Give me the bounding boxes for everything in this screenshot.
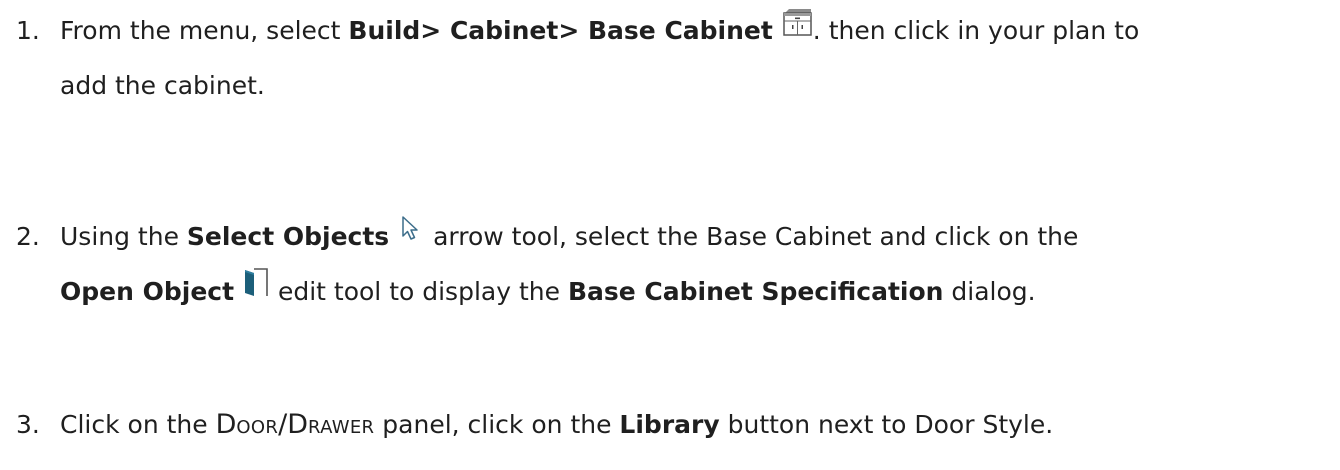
step-line: 1. From the menu, select Build> Cabinet> … <box>16 4 1336 59</box>
tool-name: Open Object <box>60 277 235 306</box>
step-text: Click on the <box>60 410 216 439</box>
step-line: Open Object edit tool to display the Bas… <box>16 265 1336 320</box>
step-text: panel, click on the <box>374 410 620 439</box>
dialog-name: Base Cabinet Specification <box>567 277 944 306</box>
step-line: 3. Click on the DOOR/DRAWER panel, click … <box>16 398 1336 455</box>
step-number: 3. <box>16 410 40 439</box>
step-text: edit tool to display the <box>270 277 568 306</box>
tool-name: Select Objects <box>186 222 390 251</box>
step-text: From the menu, select <box>60 16 349 45</box>
step-line: add the cabinet. <box>60 71 265 100</box>
step-text: arrow tool, select the Base Cabinet and … <box>425 222 1079 251</box>
step-number: 1. <box>16 16 40 45</box>
step-text: button next to Door Style. <box>719 410 1054 439</box>
step-text: dialog. <box>943 277 1036 306</box>
instruction-step-1: 1. From the menu, select Build> Cabinet> … <box>16 4 1336 113</box>
base-cabinet-icon <box>781 2 813 56</box>
menu-path: Build> Cabinet> Base Cabinet <box>348 16 773 45</box>
instruction-step-3: 3. Click on the DOOR/DRAWER panel, click … <box>16 398 1336 455</box>
step-line: 2. Using the Select Objects arrow tool, s… <box>16 210 1336 265</box>
step-number: 2. <box>16 222 40 251</box>
step-text: . then click in your plan to <box>812 16 1140 45</box>
panel-name: DOOR/DRAWER <box>215 409 375 440</box>
open-object-icon <box>242 263 270 317</box>
instruction-step-2: 2. Using the Select Objects arrow tool, s… <box>16 210 1336 320</box>
button-name: Library <box>619 410 720 439</box>
step-text: Using the <box>60 222 187 251</box>
select-arrow-icon <box>397 208 425 262</box>
